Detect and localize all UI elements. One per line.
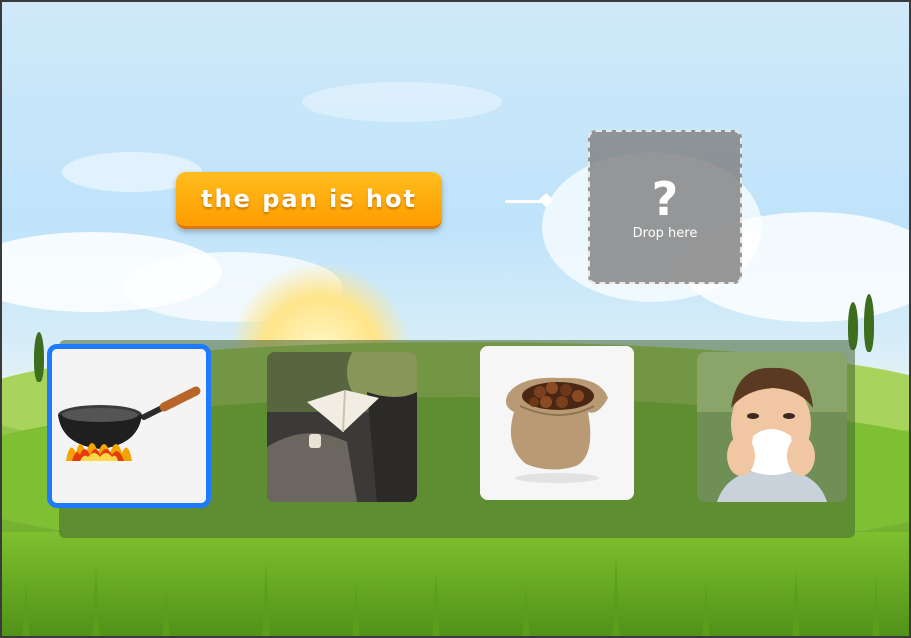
- prompt-phrase-badge: the pan is hot: [176, 172, 442, 229]
- drop-zone-label: Drop here: [632, 225, 698, 241]
- hot-pan-icon: [52, 349, 206, 503]
- drop-zone[interactable]: ? Drop here: [588, 130, 742, 284]
- question-mark-icon: ?: [651, 171, 679, 226]
- choice-card-pan[interactable]: [47, 344, 211, 508]
- person-reading-book-icon: [267, 352, 417, 502]
- boy-sneezing-tissue-icon: [697, 352, 847, 502]
- prompt-phrase-text: the pan is hot: [201, 185, 417, 213]
- tree-icon: [34, 332, 44, 382]
- choice-card-sack[interactable]: [480, 346, 634, 500]
- sack-of-chestnuts-icon: [480, 346, 634, 500]
- tree-icon: [864, 294, 874, 352]
- game-stage: the pan is hot ? Drop here: [0, 0, 911, 638]
- choice-card-sneeze[interactable]: [697, 352, 847, 502]
- grass-foreground: [2, 532, 909, 636]
- choice-card-reading[interactable]: [267, 352, 417, 502]
